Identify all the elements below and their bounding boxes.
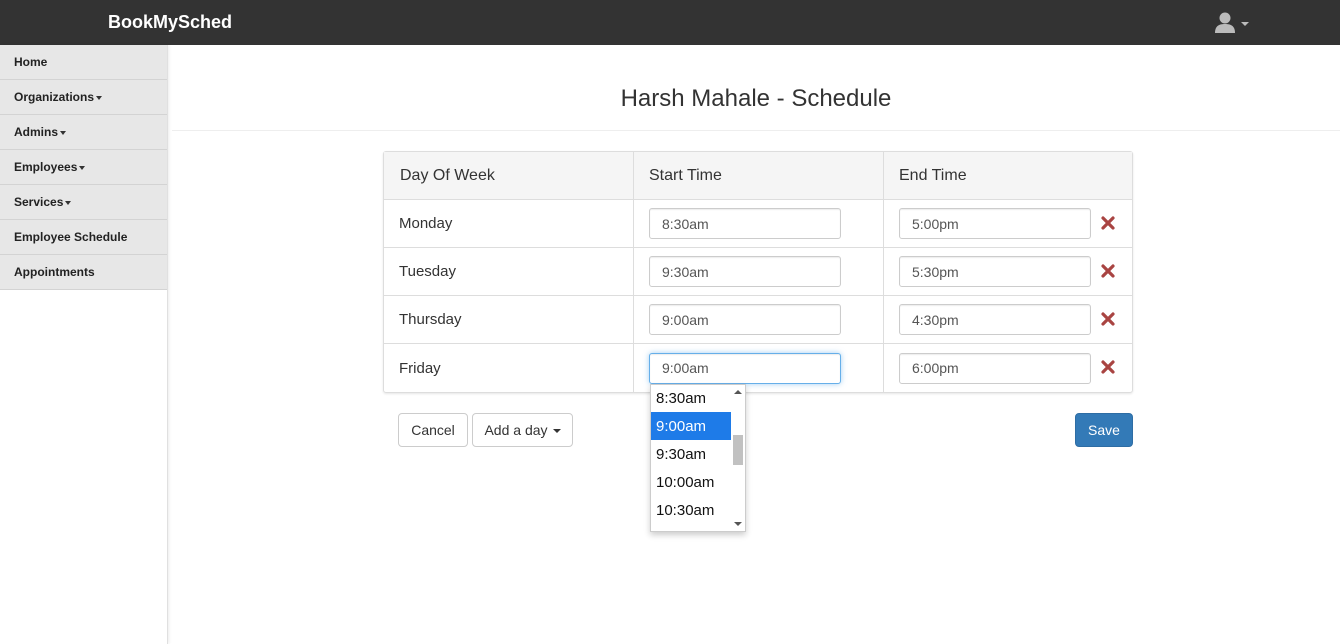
caret-down-icon — [79, 166, 86, 170]
day-label: Friday — [399, 359, 441, 377]
caret-down-icon — [96, 96, 103, 100]
caret-down-icon — [60, 131, 67, 135]
remove-row-icon[interactable] — [1101, 359, 1115, 375]
end-time-input[interactable] — [899, 256, 1091, 287]
time-picker-dropdown[interactable]: 8:30am 9:00am 9:30am 10:00am 10:30am — [650, 384, 746, 532]
sidebar-item-label: Home — [14, 55, 48, 69]
save-button[interactable]: Save — [1075, 413, 1133, 447]
end-time-input[interactable] — [899, 304, 1091, 335]
scroll-down-arrow-icon[interactable] — [734, 522, 742, 526]
chevron-down-icon — [1241, 22, 1249, 26]
time-option[interactable]: 8:30am — [651, 385, 732, 412]
sidebar-item-label: Appointments — [14, 265, 95, 279]
day-label: Monday — [399, 215, 453, 232]
day-label: Tuesday — [399, 263, 456, 280]
start-time-input[interactable] — [649, 352, 841, 384]
dropdown-scrollbar[interactable] — [731, 385, 745, 531]
sidebar-item-home[interactable]: Home — [0, 45, 167, 80]
table-header-row: Day Of Week Start Time End Time — [384, 152, 1132, 200]
add-day-button[interactable]: Add a day — [472, 413, 573, 447]
scroll-up-arrow-icon[interactable] — [734, 390, 742, 394]
sidebar-item-services[interactable]: Services — [0, 185, 167, 220]
sidebar-item-admins[interactable]: Admins — [0, 115, 167, 150]
brand-logo[interactable]: BookMySched — [108, 12, 232, 33]
remove-row-icon[interactable] — [1101, 311, 1115, 327]
time-option[interactable]: 10:00am — [651, 468, 732, 496]
sidebar-item-label: Employee Schedule — [14, 230, 128, 244]
end-time-input[interactable] — [899, 352, 1091, 384]
time-option-selected[interactable]: 9:00am — [651, 412, 732, 440]
column-header-end-time: End Time — [899, 166, 967, 184]
time-option[interactable]: 9:30am — [651, 440, 732, 468]
column-header-start-time: Start Time — [634, 152, 884, 199]
page-header: Harsh Mahale - Schedule — [172, 45, 1340, 131]
sidebar-item-label: Employees — [14, 160, 78, 174]
end-time-input[interactable] — [899, 208, 1091, 239]
cancel-button[interactable]: Cancel — [398, 413, 468, 447]
remove-row-icon[interactable] — [1101, 215, 1115, 231]
user-silhouette-icon — [1214, 11, 1236, 33]
remove-row-icon[interactable] — [1101, 263, 1115, 279]
sidebar-item-label: Admins — [14, 125, 59, 139]
day-label: Thursday — [399, 311, 462, 328]
column-header-day: Day Of Week — [384, 152, 634, 199]
sidebar-item-employees[interactable]: Employees — [0, 150, 167, 185]
sidebar-item-appointments[interactable]: Appointments — [0, 255, 167, 290]
sidebar-item-organizations[interactable]: Organizations — [0, 80, 167, 115]
sidebar-item-label: Services — [14, 195, 64, 209]
start-time-input[interactable] — [649, 256, 841, 287]
table-row: Thursday — [384, 296, 1132, 344]
caret-down-icon — [552, 429, 561, 433]
schedule-table: Day Of Week Start Time End Time Monday T… — [383, 151, 1133, 393]
top-navbar: BookMySched — [0, 0, 1340, 45]
table-row: Tuesday — [384, 248, 1132, 296]
sidebar-nav: Home Organizations Admins Employees Serv… — [0, 45, 168, 644]
scrollbar-thumb[interactable] — [733, 435, 743, 465]
start-time-input[interactable] — [649, 208, 841, 239]
table-row: Monday — [384, 200, 1132, 248]
table-row: Friday — [384, 344, 1132, 392]
start-time-input[interactable] — [649, 304, 841, 335]
caret-down-icon — [65, 201, 72, 205]
time-option[interactable]: 10:30am — [651, 496, 732, 524]
sidebar-item-label: Organizations — [14, 90, 95, 104]
user-menu-toggle[interactable] — [1214, 9, 1249, 35]
page-title: Harsh Mahale - Schedule — [620, 85, 892, 112]
add-day-label: Add a day — [484, 422, 548, 438]
sidebar-item-employee-schedule[interactable]: Employee Schedule — [0, 220, 167, 255]
